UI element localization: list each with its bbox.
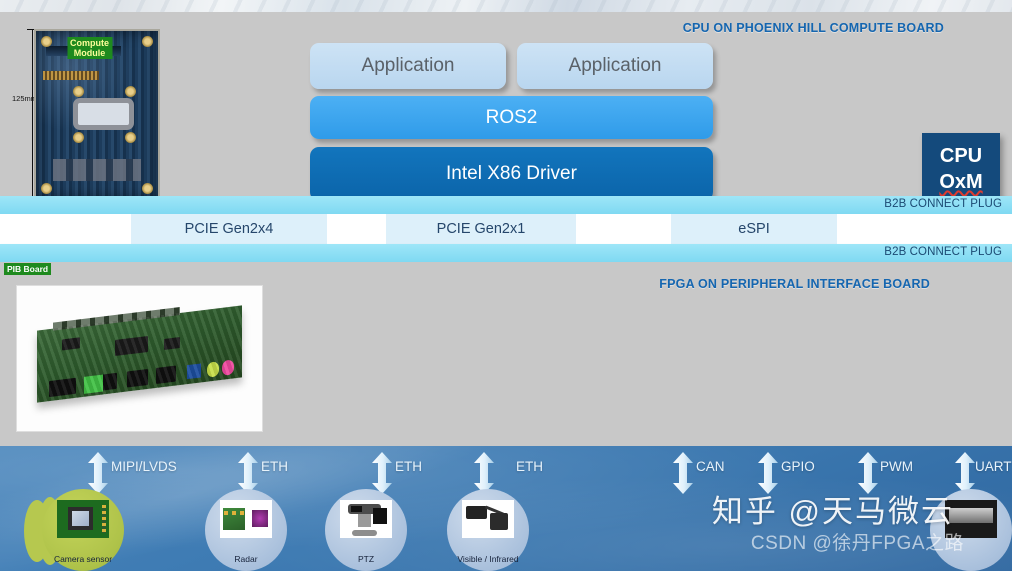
pcb-port (127, 368, 148, 388)
module-gold-fingers (43, 71, 100, 80)
bus-segment-label: eSPI (738, 221, 770, 237)
device-visible-infrared[interactable]: Visible / Infrared (447, 489, 529, 571)
device-caption: PTZ (357, 554, 375, 564)
io-arrow-eth-icon (372, 452, 392, 494)
peripheral-devices-band: MIPI/LVDS ETH ETH ETH CAN GPIO PWM UART Camera s… (0, 446, 1012, 571)
io-signal-label: CAN (696, 459, 725, 474)
cpu-tag-line2: OxM (939, 171, 983, 193)
ptz-camera-thumb (340, 500, 392, 538)
stack-box-application-2[interactable]: Application (517, 43, 713, 89)
module-chip-row (53, 158, 141, 181)
io-signal-label: UART (975, 459, 1012, 474)
io-signal-label: PWM (880, 459, 913, 474)
io-signal-label: GPIO (781, 459, 815, 474)
module-screw-icon (142, 182, 154, 194)
bus-interface-band: PCIE Gen2x4 PCIE Gen2x1 eSPI (0, 214, 1012, 244)
module-screw-icon (142, 36, 154, 48)
dimension-line-vertical (27, 29, 38, 197)
device-radar[interactable]: Radar (205, 489, 287, 571)
stack-box-application-1[interactable]: Application (310, 43, 506, 89)
pcb-port (94, 372, 117, 392)
pcb-audio-jack (221, 359, 234, 376)
device-unlabeled[interactable] (930, 489, 1012, 571)
radar-board-thumb (220, 500, 272, 538)
bus-segment-1: PCIE Gen2x1 (386, 214, 576, 244)
module-screw-icon (40, 182, 52, 194)
bus-segment-0: PCIE Gen2x4 (131, 214, 327, 244)
device-camera-sensor[interactable]: Camera sensor (42, 489, 124, 571)
far-right-device-thumb (945, 500, 997, 538)
io-arrow-eth-icon (474, 452, 494, 494)
module-screw-icon (72, 86, 84, 98)
pib-board-photo-label: PIB Board (4, 263, 52, 275)
io-arrow-gpio-icon (758, 452, 778, 494)
pcb-ic (164, 337, 181, 350)
pcb-audio-jack (207, 361, 220, 378)
device-caption: Camera sensor (53, 554, 113, 564)
device-caption: Visible / Infrared (457, 554, 519, 564)
module-screw-icon (125, 131, 137, 143)
b2b-bottom-label: B2B CONNECT PLUG (884, 246, 1002, 258)
b2b-connect-plug-top: B2B CONNECT PLUG (0, 196, 1012, 214)
cpu-oxm-tag: CPU OxM (922, 133, 1000, 205)
bus-segment-label: PCIE Gen2x4 (184, 221, 274, 237)
pcb-port (49, 377, 76, 397)
diagram-canvas: CPU ON PHOENIX HILL COMPUTE BOARD 125mm … (0, 0, 1012, 571)
cpu-board-title: CPU ON PHOENIX HILL COMPUTE BOARD (682, 21, 944, 35)
io-arrow-pwm-icon (858, 452, 878, 494)
io-arrow-mipi-lvds-icon (88, 452, 108, 494)
pib-pcb-illustration (37, 305, 242, 403)
io-signal-label: ETH (516, 459, 543, 474)
io-arrow-uart-icon (955, 452, 975, 494)
io-arrow-can-icon (673, 452, 693, 494)
compute-module-figure: 125mm Compute Module (12, 26, 160, 207)
b2b-top-label: B2B CONNECT PLUG (884, 198, 1002, 210)
module-heatspreader (72, 98, 134, 131)
cpu-tag-line1: CPU (939, 145, 983, 167)
bus-segment-2: eSPI (671, 214, 837, 244)
module-screw-icon (125, 86, 137, 98)
pcb-rear-connectors (53, 306, 181, 331)
io-signal-label: ETH (395, 459, 422, 474)
pib-board-photo (16, 285, 263, 432)
pcb-ic (61, 336, 81, 351)
stack-box-ros2[interactable]: ROS2 (310, 96, 713, 139)
pcb-main-ic (114, 335, 148, 356)
module-screw-icon (72, 131, 84, 143)
stack-box-intel-x86-driver[interactable]: Intel X86 Driver (310, 147, 713, 201)
visible-infrared-thumb (462, 500, 514, 538)
pcb-usb-port (186, 363, 201, 380)
b2b-connect-plug-bottom: B2B CONNECT PLUG (0, 244, 1012, 262)
io-signal-label: ETH (261, 459, 288, 474)
pcb-terminal-block (84, 374, 103, 394)
device-ptz[interactable]: PTZ (325, 489, 407, 571)
io-arrow-eth-icon (238, 452, 258, 494)
bus-segment-label: PCIE Gen2x1 (436, 221, 526, 237)
camera-sensor-thumb (57, 500, 109, 538)
cpu-compute-board-panel: CPU ON PHOENIX HILL COMPUTE BOARD 125mm … (0, 12, 1012, 207)
pcb-port (155, 365, 177, 384)
fpga-peripheral-board-panel: FPGA ON PERIPHERAL INTERFACE BOARD PIB B… (0, 262, 1012, 446)
dimension-label: 125mm (12, 94, 38, 103)
compute-module-photo-label: Compute Module (67, 37, 112, 59)
module-screw-icon (40, 36, 52, 48)
fpga-board-title: FPGA ON PERIPHERAL INTERFACE BOARD (659, 277, 930, 291)
top-texture-strip (0, 0, 1012, 12)
device-caption: Radar (234, 554, 258, 564)
io-signal-label: MIPI/LVDS (111, 459, 177, 474)
